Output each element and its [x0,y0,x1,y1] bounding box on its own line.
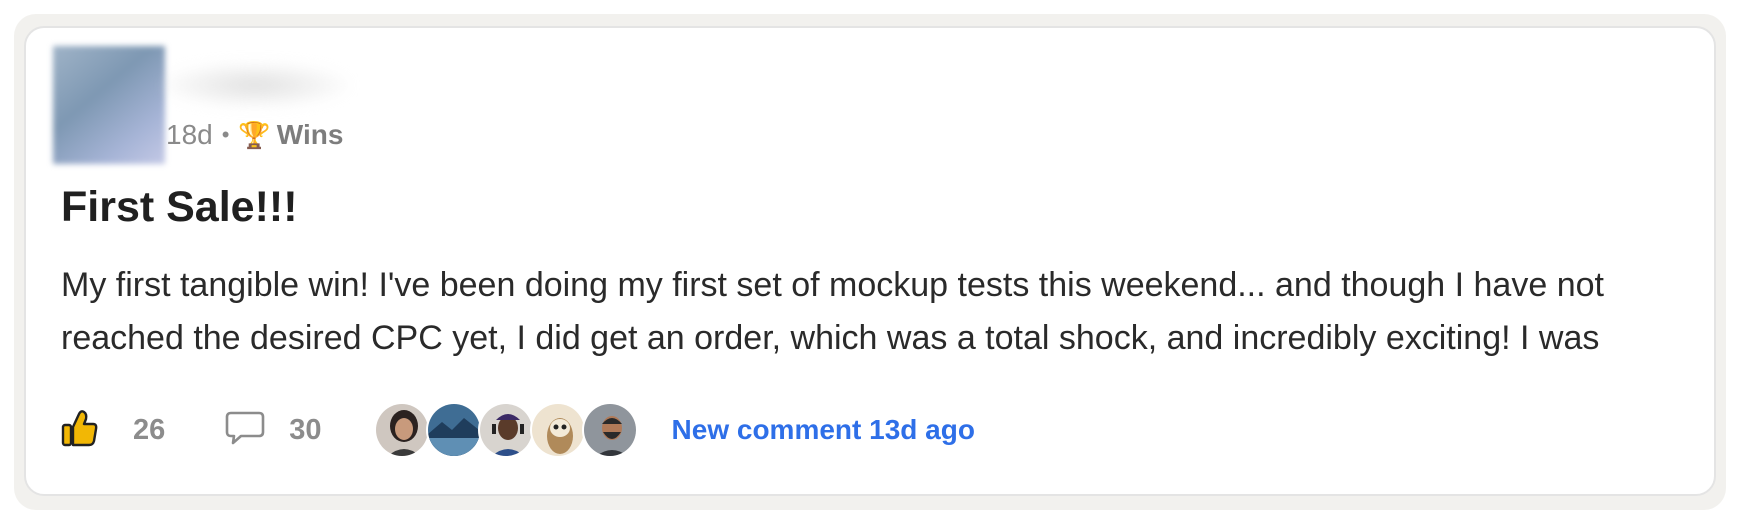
new-comment-link[interactable]: New comment 13d ago [672,414,975,446]
commenter-avatar-4[interactable] [529,402,586,458]
post-age: 18d [166,119,213,150]
post-body[interactable]: My first tangible win! I've been doing m… [61,259,1681,365]
post-title[interactable]: First Sale!!! [61,183,298,232]
commenter-avatar-3[interactable] [477,402,534,458]
like-button[interactable]: 26 [61,408,165,453]
post-actions: 26 30 New comment 13d ago [61,400,975,460]
commenter-avatar-2[interactable] [425,402,482,458]
comment-button[interactable]: 30 [225,410,322,451]
comment-count: 30 [289,413,322,446]
author-avatar[interactable] [53,46,165,164]
like-count: 26 [133,413,166,446]
commenter-avatars[interactable] [373,402,638,458]
post-meta: 18d • 🏆 Wins [166,118,343,152]
trophy-icon: 🏆 [238,119,271,150]
commenter-avatar-1[interactable] [373,402,430,458]
post-category[interactable]: Wins [277,119,344,151]
thumbs-up-icon [61,408,99,453]
commenter-avatar-5[interactable] [581,402,638,458]
comment-bubble-icon [225,410,265,451]
meta-separator: • [221,122,230,147]
author-name-blurred [160,62,350,108]
